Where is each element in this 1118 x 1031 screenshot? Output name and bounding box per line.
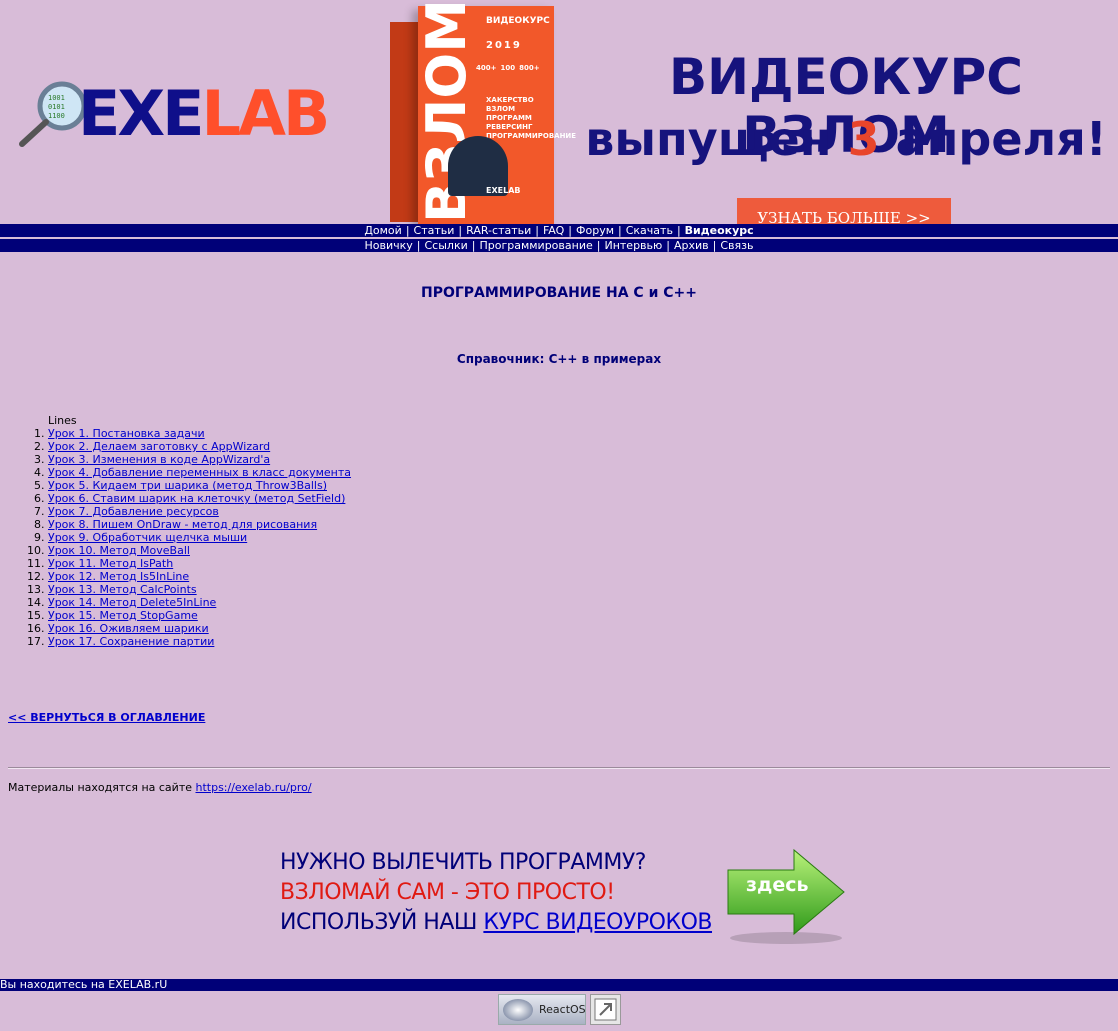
nav-forum[interactable]: Форум: [576, 224, 614, 237]
list-item: Урок 6. Ставим шарик на клеточку (метод …: [48, 492, 351, 505]
list-item: Урок 15. Метод StopGame: [48, 609, 351, 622]
list-item: Урок 5. Кидаем три шарика (метод Throw3B…: [48, 479, 351, 492]
promo-block: НУЖНО ВЫЛЕЧИТЬ ПРОГРАММУ? ВЗЛОМАЙ САМ - …: [280, 848, 730, 938]
nav-newbie[interactable]: Новичку: [364, 239, 412, 252]
materials-link[interactable]: https://exelab.ru/pro/: [196, 781, 312, 794]
list-item: Урок 16. Оживляем шарики: [48, 622, 351, 635]
box-stats: 400+ 100 800+: [476, 64, 540, 72]
lesson-link[interactable]: Урок 14. Метод Delete5InLine: [48, 596, 216, 609]
box-brand: EXELAB: [486, 186, 521, 195]
nav-interview[interactable]: Интервью: [604, 239, 662, 252]
promo-line-3: ИСПОЛЬЗУЙ НАШ КУРС ВИДЕОУРОКОВ: [280, 910, 713, 935]
list-item: Урок 8. Пишем OnDraw - метод для рисован…: [48, 518, 351, 531]
list-item: Урок 3. Изменения в коде AppWizard'a: [48, 453, 351, 466]
list-item: Урок 7. Добавление ресурсов: [48, 505, 351, 518]
lessons-list: Урок 1. Постановка задачи Урок 2. Делаем…: [8, 427, 351, 648]
main-nav: Домой | Статьи | RAR-статьи | FAQ | Форум | Скачат…: [0, 224, 1118, 237]
nav-faq[interactable]: FAQ: [543, 224, 564, 237]
lesson-link[interactable]: Урок 9. Обработчик щелчка мыши: [48, 531, 247, 544]
list-item: Урок 9. Обработчик щелчка мыши: [48, 531, 351, 544]
reactos-badge[interactable]: ReactOS: [498, 994, 586, 1025]
svg-text:0101: 0101: [48, 103, 65, 111]
list-item: Урок 13. Метод CalcPoints: [48, 583, 351, 596]
footer-text: Вы находитесь на EXELAB.rU: [0, 978, 168, 991]
list-item: Урок 1. Постановка задачи: [48, 427, 351, 440]
page-title: ПРОГРАММИРОВАНИЕ НА C и C++: [420, 285, 697, 301]
lesson-link[interactable]: Урок 8. Пишем OnDraw - метод для рисован…: [48, 518, 317, 531]
list-heading: Lines: [48, 414, 77, 427]
lesson-link[interactable]: Урок 16. Оживляем шарики: [48, 622, 209, 635]
external-arrow-icon: [594, 998, 617, 1021]
list-item: Урок 2. Делаем заготовку с AppWizard: [48, 440, 351, 453]
nav-home[interactable]: Домой: [364, 224, 402, 237]
lesson-link[interactable]: Урок 5. Кидаем три шарика (метод Throw3B…: [48, 479, 327, 492]
svg-text:1001: 1001: [48, 94, 65, 102]
nav-download[interactable]: Скачать: [626, 224, 673, 237]
banner-subtitle[interactable]: выпущен 3 апреля!: [574, 110, 1118, 168]
nav-links[interactable]: Ссылки: [425, 239, 468, 252]
list-item: Урок 11. Метод IsPath: [48, 557, 351, 570]
list-item: Урок 12. Метод Is5InLine: [48, 570, 351, 583]
here-arrow-button[interactable]: здесь: [724, 848, 846, 946]
site-logo[interactable]: 1001 0101 1100 EXELAB: [18, 78, 338, 150]
lesson-link[interactable]: Урок 12. Метод Is5InLine: [48, 570, 189, 583]
lesson-link[interactable]: Урок 1. Постановка задачи: [48, 427, 205, 440]
footer-bar: Вы находитесь на EXELAB.rU: [0, 979, 1118, 991]
lesson-link[interactable]: Урок 11. Метод IsPath: [48, 557, 173, 570]
lesson-link[interactable]: Урок 10. Метод MoveBall: [48, 544, 190, 557]
list-item: Урок 4. Добавление переменных в класс до…: [48, 466, 351, 479]
promo-line-2: ВЗЛОМАЙ САМ - ЭТО ПРОСТО!: [280, 880, 615, 905]
divider: [8, 767, 1110, 769]
page-subtitle: Справочник: C++ в примерах: [456, 352, 662, 366]
green-arrow-icon: [727, 848, 845, 944]
lesson-link[interactable]: Урок 2. Делаем заготовку с AppWizard: [48, 440, 270, 453]
list-item: Урок 17. Сохранение партии: [48, 635, 351, 648]
nav-rar-articles[interactable]: RAR-статьи: [466, 224, 531, 237]
reactos-badge-text: ReactOS: [539, 1003, 586, 1016]
materials-note: Материалы находятся на сайте https://exe…: [8, 781, 312, 794]
lesson-link[interactable]: Урок 4. Добавление переменных в класс до…: [48, 466, 351, 479]
logo-text: EXELAB: [78, 77, 330, 150]
counter-badge[interactable]: [590, 994, 621, 1025]
promo-line-1: НУЖНО ВЫЛЕЧИТЬ ПРОГРАММУ?: [280, 850, 646, 875]
box-year: 2019: [486, 40, 522, 51]
lesson-link[interactable]: Урок 3. Изменения в коде AppWizard'a: [48, 453, 270, 466]
here-label: здесь: [746, 874, 809, 896]
back-to-contents-link[interactable]: << ВЕРНУТЬСЯ В ОГЛАВЛЕНИЕ: [8, 711, 205, 724]
nav-contact[interactable]: Связь: [720, 239, 753, 252]
lesson-link[interactable]: Урок 7. Добавление ресурсов: [48, 505, 219, 518]
box-head: ВИДЕОКУРС: [486, 16, 550, 26]
lesson-link[interactable]: Урок 13. Метод CalcPoints: [48, 583, 197, 596]
videocourse-box-image[interactable]: ВЗЛОМ ВИДЕОКУРС 2019 400+ 100 800+ ХАКЕРСТ…: [390, 0, 577, 226]
box-features: ХАКЕРСТВО ВЗЛОМ ПРОГРАММ РЕВЕРСИНГ ПРОГР…: [486, 96, 577, 140]
nav-articles[interactable]: Статьи: [414, 224, 455, 237]
lesson-link[interactable]: Урок 15. Метод StopGame: [48, 609, 198, 622]
list-item: Урок 14. Метод Delete5InLine: [48, 596, 351, 609]
lesson-link[interactable]: Урок 17. Сохранение партии: [48, 635, 214, 648]
learn-more-button[interactable]: УЗНАТЬ БОЛЬШЕ >>: [737, 198, 951, 224]
secondary-nav: Новичку | Ссылки | Программирование | Интервью…: [0, 239, 1118, 252]
nav-programming[interactable]: Программирование: [479, 239, 592, 252]
lesson-link[interactable]: Урок 6. Ставим шарик на клеточку (метод …: [48, 492, 345, 505]
list-item: Урок 10. Метод MoveBall: [48, 544, 351, 557]
nav-videocourse[interactable]: Видеокурс: [685, 224, 754, 237]
materials-text: Материалы находятся на сайте: [8, 781, 196, 794]
nav-archive[interactable]: Архив: [674, 239, 709, 252]
reactos-logo-icon: [503, 999, 533, 1021]
video-course-link[interactable]: КУРС ВИДЕОУРОКОВ: [483, 910, 712, 935]
svg-text:1100: 1100: [48, 112, 65, 120]
